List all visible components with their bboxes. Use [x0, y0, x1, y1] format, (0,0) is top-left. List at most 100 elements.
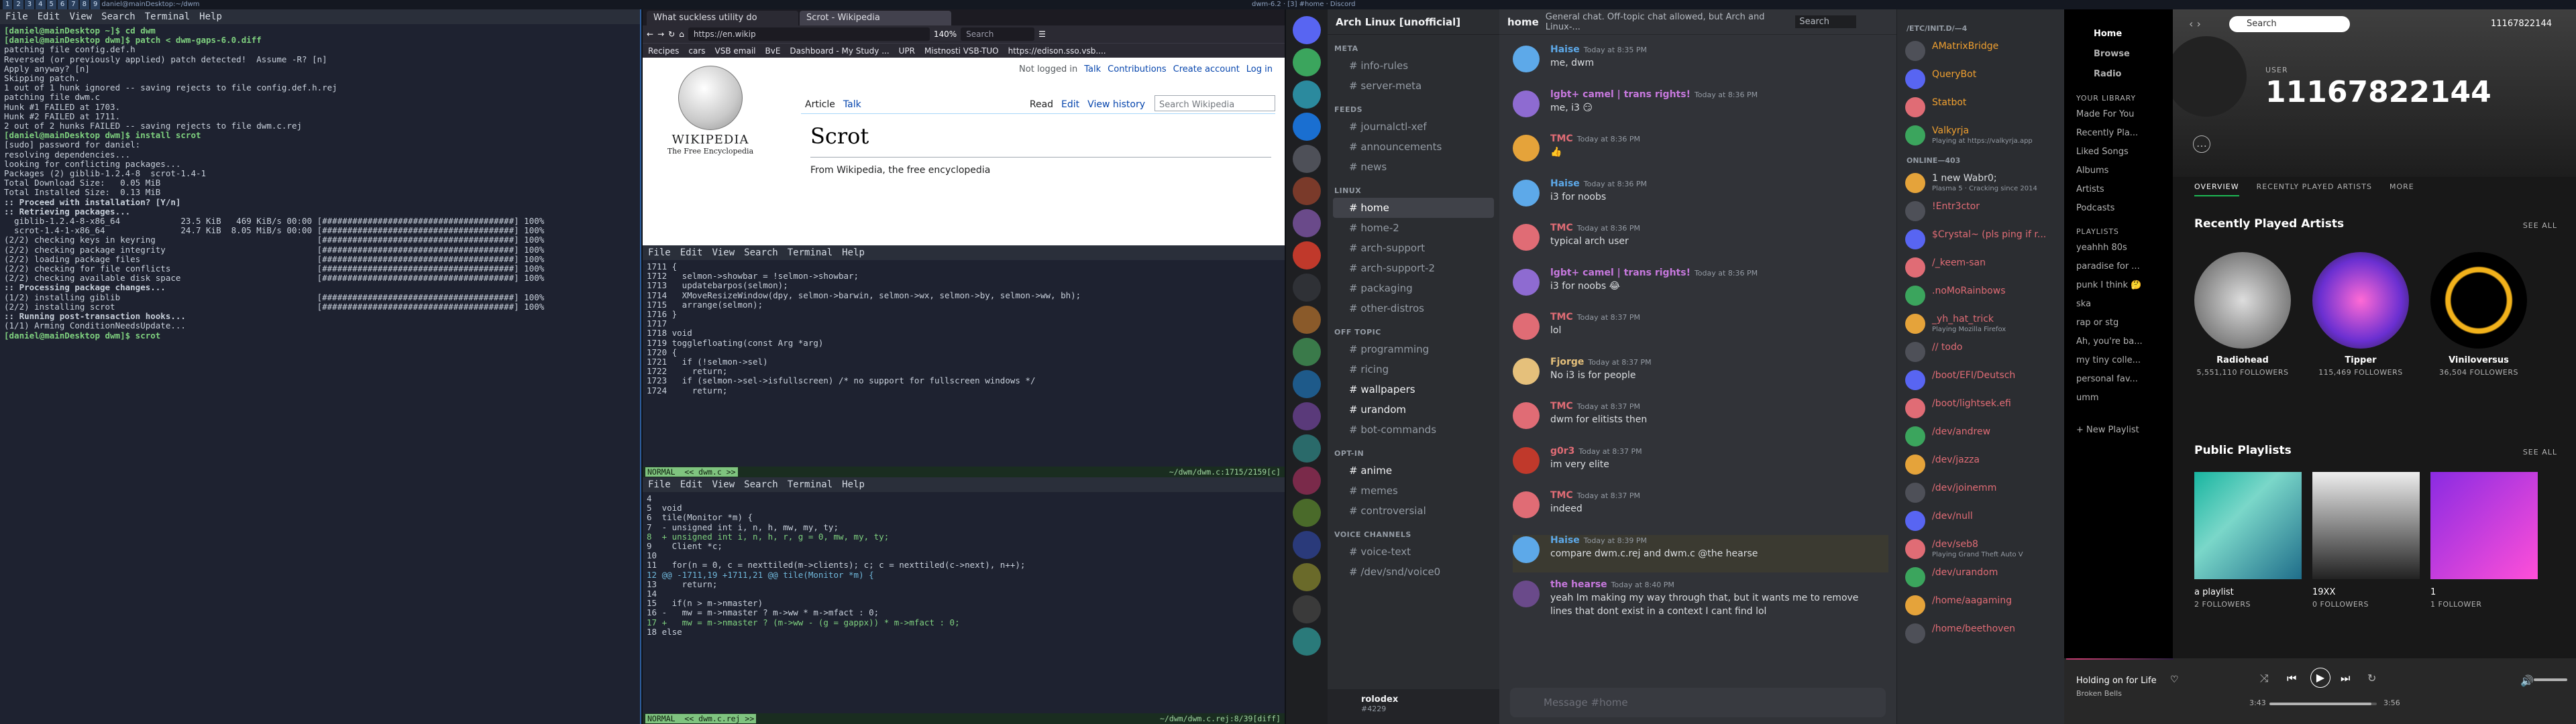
- tab-more[interactable]: MORE: [2390, 182, 2414, 191]
- track-artist[interactable]: Broken Bells: [2076, 689, 2122, 698]
- shuffle-icon[interactable]: ⤨: [2260, 672, 2269, 685]
- menu-view[interactable]: View: [712, 479, 735, 490]
- album-cover[interactable]: [2066, 658, 2174, 660]
- message-author[interactable]: TMC Today at 8:36 PM: [1550, 133, 1640, 144]
- menu-terminal[interactable]: Terminal: [788, 479, 833, 490]
- member-item[interactable]: QueryBot: [1902, 65, 2059, 93]
- user-avatar[interactable]: [1513, 90, 1540, 117]
- tag-5[interactable]: 5: [46, 0, 56, 9]
- channel-other-distros[interactable]: # other-distros: [1333, 298, 1494, 318]
- tab-history[interactable]: View history: [1083, 95, 1149, 114]
- nav-radio[interactable]: Radio: [2064, 64, 2173, 84]
- playlist-item[interactable]: punk I think 🤔: [2064, 276, 2173, 295]
- playlist-item[interactable]: yeahhh 80s: [2064, 239, 2173, 257]
- back-icon[interactable]: ‹ ›: [2189, 17, 2201, 30]
- category-opt-in[interactable]: OPT-IN: [1334, 449, 1499, 458]
- bookmark-item[interactable]: Mistnosti VSB-TUO: [924, 46, 999, 56]
- menu-help[interactable]: Help: [842, 247, 865, 258]
- forward-icon[interactable]: →: [657, 29, 664, 39]
- menu-terminal[interactable]: Terminal: [145, 11, 190, 22]
- message-input[interactable]: Message #home: [1510, 688, 1886, 717]
- menu-edit[interactable]: Edit: [38, 11, 60, 22]
- channel-packaging[interactable]: # packaging: [1333, 278, 1494, 298]
- user-avatar[interactable]: [1513, 268, 1540, 296]
- channel-controversial[interactable]: # controversial: [1333, 501, 1494, 521]
- playlist-card[interactable]: a playlist 2 FOLLOWERS: [2194, 472, 2302, 609]
- message-author[interactable]: lgbt+ camel | trans rights! Today at 8:36…: [1550, 267, 1758, 278]
- playlist-item[interactable]: rap or stg: [2064, 314, 2173, 333]
- tag-9[interactable]: 9: [91, 0, 101, 9]
- url-bar[interactable]: https://en.wikip: [688, 27, 930, 41]
- member-item[interactable]: _yh_hat_trick Playing Mozilla Firefox: [1902, 310, 2059, 338]
- zoom-level[interactable]: 140%: [934, 29, 957, 39]
- server-icon[interactable]: [1293, 499, 1321, 527]
- volume-slider[interactable]: [2534, 678, 2567, 681]
- channel-announcements[interactable]: # announcements: [1333, 137, 1494, 157]
- category-voice-channels[interactable]: VOICE CHANNELS: [1334, 530, 1499, 539]
- member-item[interactable]: $Crystal~ (pls ping if r...: [1902, 225, 2059, 253]
- menu-search[interactable]: Search: [101, 11, 136, 22]
- terminal-install[interactable]: File Edit View Search Terminal Help [daniel@m…: [0, 9, 641, 724]
- wikipedia-logo[interactable]: WIKIPEDIA The Free Encyclopedia: [660, 66, 761, 156]
- message-author[interactable]: lgbt+ camel | trans rights! Today at 8:36…: [1550, 89, 1758, 100]
- category-linux[interactable]: LINUX: [1334, 186, 1499, 195]
- artist-card[interactable]: Tipper 115,469 FOLLOWERS: [2312, 252, 2409, 377]
- server-icon[interactable]: [1293, 402, 1321, 430]
- channel-wallpapers[interactable]: # wallpapers: [1333, 379, 1494, 400]
- artist-card[interactable]: Viniloversus 36,504 FOLLOWERS: [2430, 252, 2527, 377]
- message-author[interactable]: TMC Today at 8:37 PM: [1550, 312, 1640, 322]
- server-icon[interactable]: [1293, 627, 1321, 656]
- channel-journalctl-xef[interactable]: # journalctl-xef: [1333, 117, 1494, 137]
- member-item[interactable]: Statbot: [1902, 93, 2059, 121]
- bookmark-item[interactable]: BvE: [765, 46, 780, 56]
- server-icon[interactable]: [1293, 467, 1321, 495]
- member-item[interactable]: .noMoRainbows: [1902, 282, 2059, 310]
- tag-1[interactable]: 1: [3, 0, 13, 9]
- message-author[interactable]: Haise Today at 8:39 PM: [1550, 535, 1647, 546]
- message-author[interactable]: TMC Today at 8:36 PM: [1550, 223, 1640, 233]
- menu-search[interactable]: Search: [744, 479, 778, 490]
- member-item[interactable]: /dev/urandom: [1902, 563, 2059, 591]
- member-item[interactable]: /home/beethoven: [1902, 619, 2059, 648]
- member-item[interactable]: /dev/null: [1902, 507, 2059, 535]
- chat-search[interactable]: Search: [1795, 15, 1856, 28]
- message-author[interactable]: Fjorge Today at 8:37 PM: [1550, 357, 1652, 367]
- message-author[interactable]: TMC Today at 8:37 PM: [1550, 490, 1640, 501]
- user-avatar[interactable]: [1513, 491, 1540, 518]
- member-item[interactable]: /dev/joinemm: [1902, 479, 2059, 507]
- menu-view[interactable]: View: [712, 247, 735, 258]
- track-title[interactable]: Holding on for Life: [2076, 676, 2157, 686]
- menu-edit[interactable]: Edit: [680, 479, 703, 490]
- next-icon[interactable]: ⏭: [2341, 672, 2350, 685]
- channel-ricing[interactable]: # ricing: [1333, 359, 1494, 379]
- menu-view[interactable]: View: [69, 11, 92, 22]
- bookmark-item[interactable]: Recipes: [648, 46, 679, 56]
- user-avatar[interactable]: [1513, 135, 1540, 162]
- bookmark-item[interactable]: VSB email: [715, 46, 756, 56]
- server-icon[interactable]: [1293, 563, 1321, 591]
- server-icon[interactable]: [1293, 209, 1321, 237]
- repeat-icon[interactable]: ↻: [2367, 672, 2376, 684]
- server-icon[interactable]: [1293, 241, 1321, 269]
- wiki-search-input[interactable]: Search Wikipedia: [1155, 95, 1275, 111]
- member-item[interactable]: /home/aagaming: [1902, 591, 2059, 619]
- channel-home[interactable]: # home: [1333, 198, 1494, 218]
- menu-file[interactable]: File: [648, 247, 671, 258]
- see-all-playlists[interactable]: SEE ALL: [2523, 448, 2557, 457]
- user-avatar[interactable]: [1513, 536, 1540, 563]
- previous-icon[interactable]: ⏮: [2287, 672, 2296, 685]
- more-icon[interactable]: …: [2193, 135, 2210, 153]
- channel-arch-support-2[interactable]: # arch-support-2: [1333, 258, 1494, 278]
- user-avatar[interactable]: [1513, 446, 1540, 474]
- menu-file[interactable]: File: [5, 11, 28, 22]
- back-icon[interactable]: ←: [647, 29, 653, 39]
- library-item[interactable]: Albums: [2064, 162, 2173, 180]
- library-item[interactable]: Podcasts: [2064, 199, 2173, 218]
- playlist-item[interactable]: my tiny colle...: [2064, 351, 2173, 370]
- library-item[interactable]: Liked Songs: [2064, 143, 2173, 162]
- volume-icon[interactable]: 🔊: [2520, 674, 2534, 687]
- tab-edit[interactable]: Edit: [1057, 95, 1083, 114]
- bookmark-item[interactable]: cars: [688, 46, 705, 56]
- user-avatar[interactable]: [1513, 402, 1540, 429]
- reload-icon[interactable]: ↻: [668, 29, 675, 39]
